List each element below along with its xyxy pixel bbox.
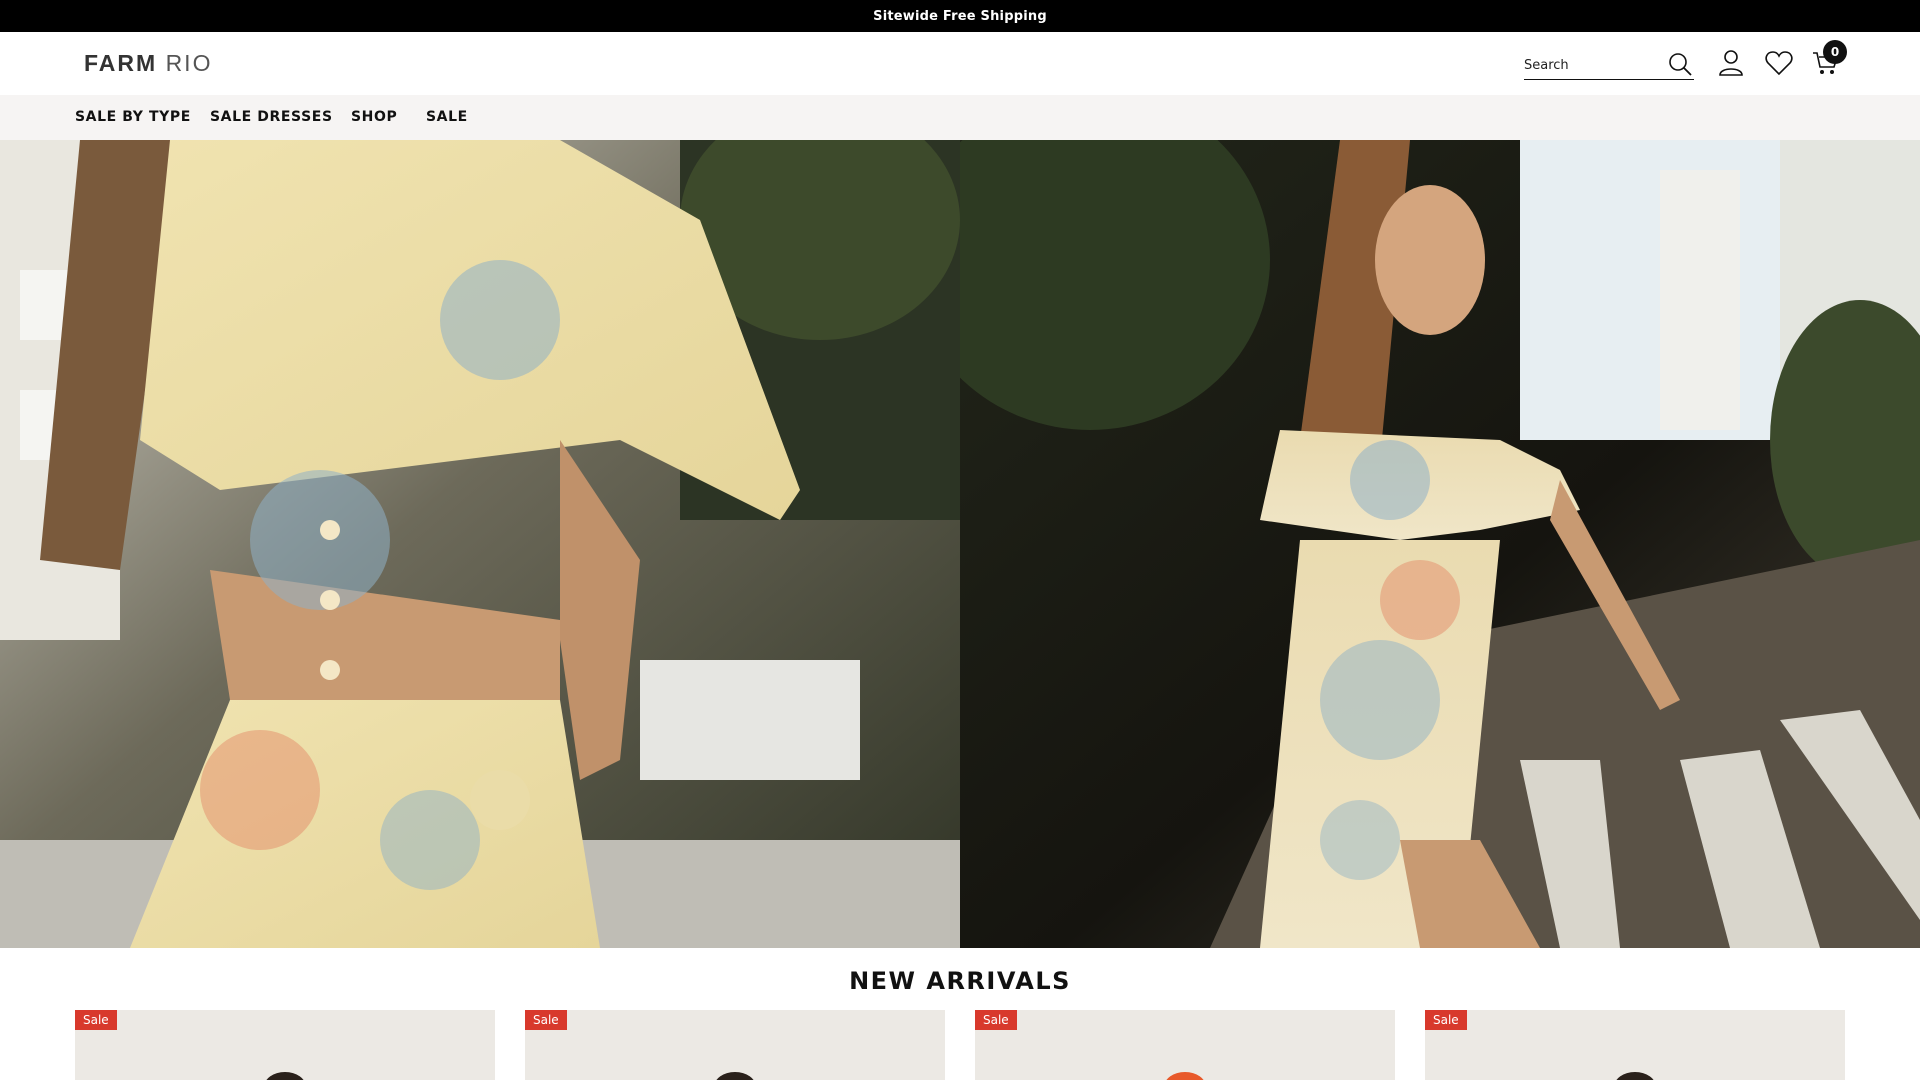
nav-item-sale-dresses[interactable]: SALE DRESSES	[210, 109, 333, 125]
hero-image-right	[910, 140, 1920, 948]
site-header: FARM RIO 0	[0, 32, 1920, 95]
product-image	[264, 1072, 306, 1080]
product-card[interactable]: Sale	[1425, 1010, 1845, 1080]
nav-item-sale[interactable]: SALE	[426, 109, 468, 125]
product-image	[1614, 1072, 1656, 1080]
hero-banner[interactable]	[0, 140, 1920, 948]
promo-text: Sitewide Free Shipping	[873, 8, 1047, 24]
logo-word-farm: FARM	[84, 50, 158, 76]
heart-icon[interactable]	[1764, 48, 1794, 78]
search-icon[interactable]	[1666, 50, 1694, 78]
product-card[interactable]: Sale	[75, 1010, 495, 1080]
product-image	[1164, 1072, 1206, 1080]
sale-badge: Sale	[525, 1010, 567, 1030]
user-icon[interactable]	[1716, 48, 1746, 78]
sale-badge: Sale	[975, 1010, 1017, 1030]
main-nav: SALE BY TYPE SALE DRESSES SHOP SALE	[0, 95, 1920, 140]
logo-word-rio: RIO	[165, 50, 213, 76]
promo-bar: Sitewide Free Shipping	[0, 0, 1920, 32]
hero-image-left	[0, 140, 960, 948]
sale-badge: Sale	[1425, 1010, 1467, 1030]
sale-badge: Sale	[75, 1010, 117, 1030]
new-arrivals-title: NEW ARRIVALS	[849, 967, 1071, 995]
cart-count-badge: 0	[1823, 40, 1847, 64]
product-card[interactable]: Sale	[975, 1010, 1395, 1080]
product-image	[714, 1072, 756, 1080]
search-box	[1524, 50, 1694, 80]
search-input[interactable]	[1524, 54, 1664, 76]
brand-logo[interactable]: FARM RIO	[84, 50, 212, 77]
nav-item-sale-by-type[interactable]: SALE BY TYPE	[75, 109, 191, 125]
nav-item-shop[interactable]: SHOP	[351, 109, 397, 125]
product-card[interactable]: Sale	[525, 1010, 945, 1080]
